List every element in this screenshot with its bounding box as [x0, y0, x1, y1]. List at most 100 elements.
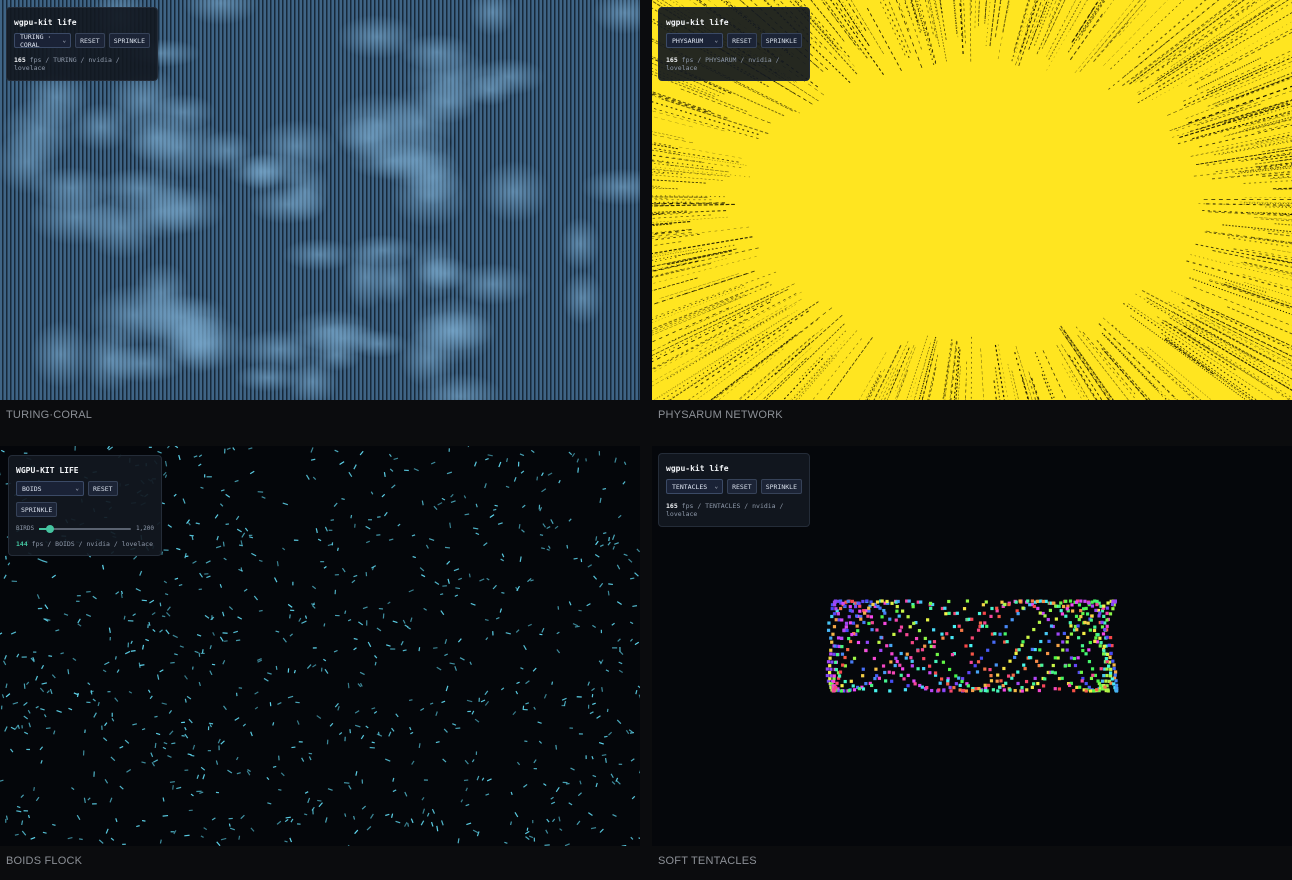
- tentacle-dot: [1096, 633, 1100, 637]
- reset-button[interactable]: RESET: [88, 481, 118, 496]
- tentacle-dot: [927, 664, 932, 668]
- boid: [2, 660, 7, 666]
- reset-button[interactable]: RESET: [75, 33, 105, 48]
- physarum-ray: [833, 0, 859, 35]
- boid: [404, 791, 408, 797]
- boid: [290, 818, 294, 823]
- physarum-ray: [942, 363, 950, 400]
- boid: [223, 557, 227, 561]
- tentacle-dot: [1067, 663, 1071, 667]
- boid: [72, 657, 77, 662]
- mode-select[interactable]: TENTACLES ⌄: [666, 479, 724, 494]
- boid: [111, 718, 115, 722]
- tentacle-dot: [976, 660, 981, 664]
- tentacle-dot: [840, 652, 845, 656]
- physarum-ray: [974, 0, 976, 29]
- boid: [385, 813, 390, 817]
- tentacle-dot: [879, 648, 883, 653]
- tentacle-dot: [1041, 684, 1046, 688]
- boid: [159, 629, 163, 633]
- turing-blob: [465, 74, 515, 106]
- boid: [538, 740, 543, 744]
- tentacle-dot: [1081, 611, 1085, 616]
- boid: [209, 670, 213, 676]
- reset-button[interactable]: RESET: [727, 33, 757, 48]
- tentacle-dot: [1079, 608, 1083, 613]
- boid: [551, 818, 556, 823]
- boid: [133, 555, 138, 560]
- boid: [392, 777, 395, 782]
- boid: [176, 786, 182, 790]
- boid: [222, 541, 225, 547]
- boid: [347, 682, 350, 689]
- boid: [436, 666, 442, 671]
- mode-select[interactable]: TURING · CORAL ⌄: [14, 33, 72, 49]
- tentacle-dot: [1076, 624, 1080, 628]
- physarum-ray: [1206, 152, 1292, 166]
- tentacle-dot: [980, 624, 985, 628]
- physarum-ray: [1032, 0, 1048, 40]
- boid: [141, 761, 146, 764]
- physarum-ray: [1046, 0, 1077, 57]
- boid: [46, 690, 50, 694]
- tentacle-dot: [947, 667, 952, 672]
- boid: [238, 835, 241, 840]
- boid: [296, 720, 300, 725]
- tentacle-dot: [832, 625, 837, 629]
- boid: [516, 761, 521, 766]
- boid: [392, 789, 397, 793]
- tentacle-dot: [1062, 631, 1066, 636]
- tentacle-dot: [1077, 636, 1081, 640]
- tentacle-dot: [1013, 688, 1017, 693]
- physarum-ray: [1113, 338, 1178, 400]
- boid: [240, 540, 243, 546]
- boid: [1, 694, 5, 699]
- reset-button[interactable]: RESET: [727, 479, 757, 494]
- tentacle-dot: [1037, 688, 1041, 693]
- boid: [102, 669, 107, 673]
- tentacle-dot: [843, 655, 847, 660]
- boid: [200, 835, 204, 838]
- physarum-ray: [1102, 317, 1195, 400]
- status-text: fps / BOIDS / nvidia / lovelace: [31, 540, 153, 548]
- boid: [437, 502, 443, 506]
- tentacle-dot: [1076, 656, 1080, 660]
- boid: [190, 754, 195, 757]
- physarum-ray: [1170, 324, 1292, 400]
- tentacle-dot: [1090, 614, 1094, 618]
- tentacle-dot: [1093, 639, 1097, 643]
- tentacle-dot: [1010, 676, 1014, 680]
- sprinkle-button[interactable]: SPRINKLE: [760, 33, 802, 48]
- boid: [55, 629, 60, 632]
- tentacle-dot: [958, 683, 962, 687]
- physarum-ray: [1042, 350, 1067, 400]
- tentacle-dot: [970, 617, 974, 621]
- boid: [237, 616, 243, 620]
- boid: [87, 797, 91, 801]
- birds-slider[interactable]: [39, 524, 131, 533]
- boid: [318, 802, 323, 808]
- physarum-ray: [1094, 0, 1114, 27]
- boid: [16, 805, 21, 809]
- sprinkle-button[interactable]: SPRINKLE: [108, 33, 150, 48]
- boid: [347, 844, 350, 846]
- sprinkle-button[interactable]: SPRINKLE: [760, 479, 802, 494]
- boid: [348, 471, 353, 477]
- boid: [391, 727, 395, 732]
- sprinkle-button[interactable]: SPRINKLE: [16, 502, 58, 517]
- boid: [110, 756, 116, 762]
- tentacle-dot: [889, 660, 893, 664]
- boid: [525, 702, 530, 705]
- boid: [67, 669, 70, 675]
- mode-select[interactable]: BOIDS ⌄: [16, 481, 84, 496]
- mode-select[interactable]: PHYSARUM ⌄: [666, 33, 724, 48]
- physarum-ray: [1028, 0, 1048, 50]
- boid: [454, 594, 459, 597]
- boid: [629, 638, 633, 642]
- tentacle-dot: [1032, 627, 1036, 632]
- tentacle-dot: [1032, 682, 1036, 686]
- slider-knob[interactable]: [46, 524, 55, 533]
- boid: [361, 805, 367, 810]
- boid: [39, 687, 45, 693]
- tentacle-dot: [907, 599, 911, 603]
